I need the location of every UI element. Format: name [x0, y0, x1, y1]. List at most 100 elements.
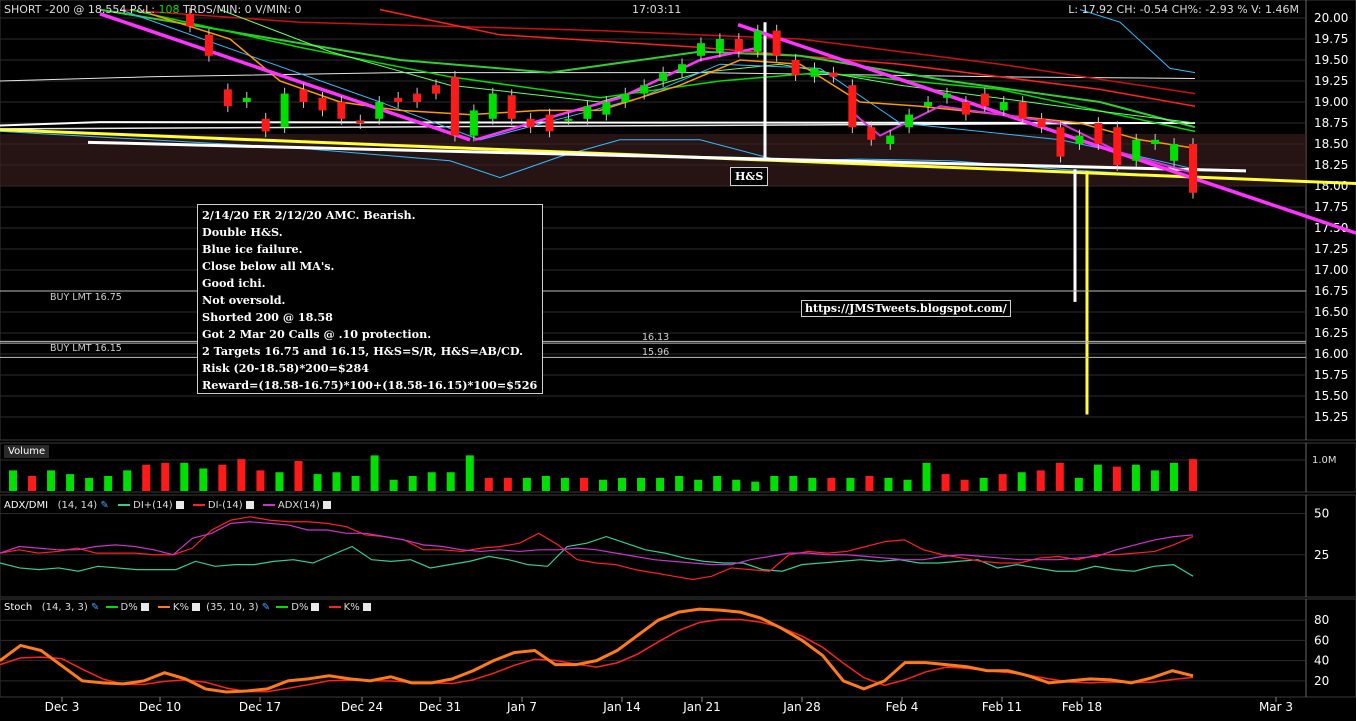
settings-icon[interactable]: ✎ — [262, 602, 270, 613]
volume-bar — [85, 477, 94, 491]
di-minus-label: DI-(14) — [207, 500, 243, 511]
candle-body[interactable] — [1132, 139, 1141, 161]
candle-body[interactable] — [337, 102, 346, 119]
candle-body[interactable] — [583, 106, 592, 119]
candle-body[interactable] — [1094, 123, 1103, 144]
d2-checkbox[interactable] — [311, 603, 320, 611]
k-checkbox[interactable] — [191, 603, 200, 611]
candle-body[interactable] — [1018, 102, 1027, 119]
price-tick-label: 19.00 — [1314, 95, 1348, 109]
price-tick-label: 16.50 — [1314, 305, 1348, 319]
candle-body[interactable] — [1170, 144, 1179, 161]
candle-body[interactable] — [1151, 139, 1160, 144]
price-tick-label: 15.50 — [1314, 389, 1348, 403]
candle-body[interactable] — [1037, 118, 1046, 128]
candle-body[interactable] — [318, 97, 327, 111]
candle-body[interactable] — [791, 60, 800, 76]
candle-body[interactable] — [678, 64, 687, 73]
settings-icon[interactable]: ✎ — [91, 602, 99, 613]
note-line: Double H&S. — [202, 225, 283, 239]
x-tick-label: Feb 18 — [1062, 700, 1102, 714]
candle-body[interactable] — [413, 93, 422, 102]
candle-body[interactable] — [356, 120, 365, 123]
adx-panel[interactable]: 50 25 — [0, 507, 1329, 581]
price-tick-label: 16.75 — [1314, 284, 1348, 298]
candle-body[interactable] — [280, 93, 289, 128]
candle-body[interactable] — [204, 34, 213, 56]
candle-body[interactable] — [602, 102, 611, 115]
adx-tick-label: 25 — [1314, 548, 1329, 562]
settings-icon[interactable]: ✎ — [100, 500, 108, 511]
volume-bar — [256, 470, 265, 491]
di-minus-checkbox[interactable] — [245, 501, 254, 509]
price-tick-label: 20.00 — [1314, 11, 1348, 25]
candle-body[interactable] — [867, 127, 876, 140]
candle-body[interactable] — [621, 93, 630, 102]
ma-green-2 — [129, 8, 1196, 133]
candle-body[interactable] — [753, 30, 762, 52]
buy-order-1[interactable]: BUY LMT 16.75 — [50, 292, 122, 303]
candle-body[interactable] — [980, 93, 989, 107]
d-label: D% — [120, 602, 138, 613]
x-tick-label: Feb 4 — [886, 700, 919, 714]
candle-body[interactable] — [394, 97, 403, 102]
candle-body[interactable] — [829, 72, 838, 77]
price-tick-label: 18.75 — [1314, 116, 1348, 130]
candle-body[interactable] — [1113, 127, 1122, 165]
position-status: SHORT -200 @ 18.554 P&L: 108 TRDS/MIN: 0… — [4, 3, 302, 16]
candle-body[interactable] — [299, 89, 308, 102]
candle-body[interactable] — [432, 85, 441, 94]
candle-body[interactable] — [223, 89, 232, 107]
volume-panel[interactable] — [0, 455, 1306, 491]
candle-body[interactable] — [961, 102, 970, 115]
price-tick-label: 17.00 — [1314, 263, 1348, 277]
volume-bar — [1131, 464, 1140, 491]
candle-body[interactable] — [734, 39, 743, 52]
candle-body[interactable] — [1075, 135, 1084, 144]
stoch-tick-label: 40 — [1314, 654, 1329, 668]
candle-body[interactable] — [924, 102, 933, 107]
candle-body[interactable] — [526, 118, 535, 128]
volume-bar — [142, 464, 151, 491]
candle-body[interactable] — [696, 43, 705, 56]
volume-bar — [484, 477, 493, 491]
x-tick-label: Dec 17 — [239, 700, 281, 714]
volume-bar — [47, 470, 56, 491]
candle-body[interactable] — [261, 118, 270, 132]
candle-body[interactable] — [942, 93, 951, 98]
price-tick-label: 17.25 — [1314, 242, 1348, 256]
volume-bar — [237, 459, 246, 491]
volume-bar — [522, 477, 531, 491]
candle-body[interactable] — [242, 97, 251, 102]
candle-body[interactable] — [640, 85, 649, 94]
volume-bar — [960, 479, 969, 491]
stoch-panel[interactable]: 80 60 40 20 — [0, 607, 1329, 694]
candle-body[interactable] — [564, 118, 573, 121]
candle-body[interactable] — [772, 30, 781, 56]
candle-body[interactable] — [659, 72, 668, 81]
volume-bar — [1055, 462, 1064, 491]
adx-checkbox[interactable] — [322, 501, 331, 509]
candle-body[interactable] — [469, 110, 478, 136]
x-tick-label: Jan 14 — [602, 700, 641, 714]
candle-body[interactable] — [450, 76, 459, 136]
candle-body[interactable] — [545, 114, 554, 132]
candle-body[interactable] — [488, 93, 497, 119]
candle-body[interactable] — [1056, 127, 1065, 157]
volume-bar — [770, 476, 779, 491]
candle-body[interactable] — [507, 95, 516, 119]
price-tick-label: 19.25 — [1314, 74, 1348, 88]
d-checkbox[interactable] — [140, 603, 149, 611]
candle-body[interactable] — [810, 68, 819, 77]
di-plus-checkbox[interactable] — [175, 501, 184, 509]
candle-body[interactable] — [1189, 144, 1197, 193]
volume-bar — [618, 477, 627, 491]
candle-body[interactable] — [715, 39, 724, 52]
buy-order-2[interactable]: BUY LMT 16.15 — [50, 343, 122, 354]
candle-body[interactable] — [848, 85, 857, 128]
candle-body[interactable] — [886, 135, 895, 144]
candle-body[interactable] — [999, 102, 1008, 111]
k2-checkbox[interactable] — [362, 603, 371, 611]
candle-body[interactable] — [905, 114, 914, 128]
candle-body[interactable] — [375, 102, 384, 119]
